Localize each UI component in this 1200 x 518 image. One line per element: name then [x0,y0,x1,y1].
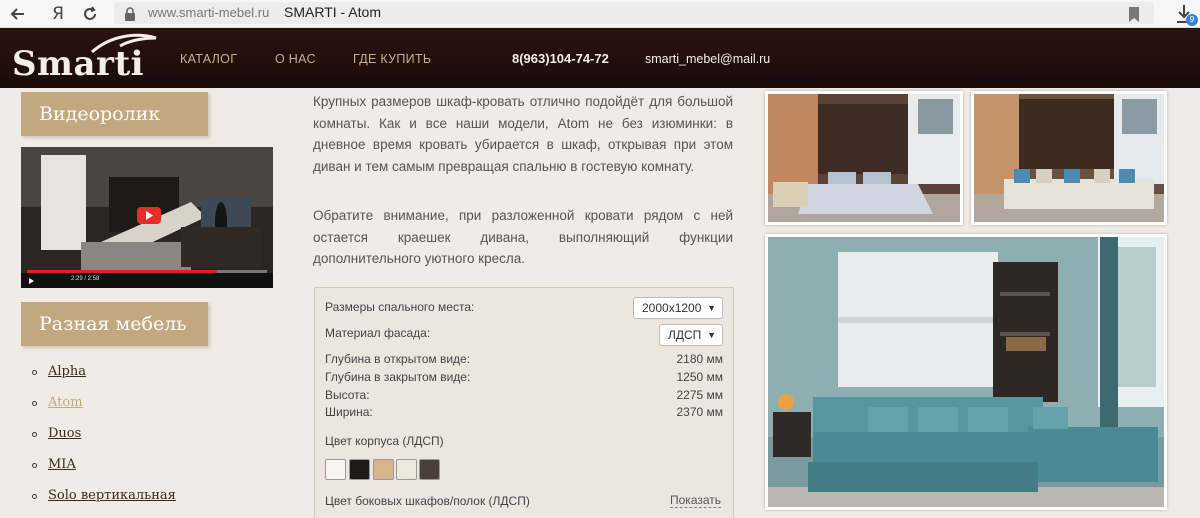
list-item[interactable]: Duos [32,426,176,457]
logo[interactable]: Smarti [12,32,162,84]
video-time: 2:29 / 2:58 [71,276,100,282]
color-swatch-white[interactable] [325,459,346,480]
color-swatch-oak[interactable] [373,459,394,480]
video-heading: Видеоролик [21,92,208,136]
side-color-label: Цвет боковых шкафов/полок (ЛДСП) [325,494,530,508]
sleep-size-label: Размеры спального места: [325,300,475,314]
list-item[interactable]: Alpha [32,364,176,395]
site-header: Smarti КАТАЛОГ О НАС ГДЕ КУПИТЬ 8(963)10… [0,28,1200,88]
nav-about[interactable]: О НАС [275,52,316,66]
color-swatch-cream[interactable] [396,459,417,480]
spec-label: Глубина в открытом виде: [325,352,471,366]
list-item[interactable]: Solo вертикальная [32,488,176,518]
bullet-icon [32,494,37,499]
facade-label: Материал фасада: [325,326,431,340]
back-arrow-icon[interactable] [6,2,30,26]
phone-number[interactable]: 8(963)104-74-72 [512,51,609,66]
video-player[interactable]: 2:29 / 2:58 [21,147,273,288]
download-count-badge: 9 [1186,14,1198,26]
spec-value: 2370 мм [676,405,723,419]
product-photo-bed-open[interactable] [765,91,963,225]
dropdown-arrow-icon: ▼ [707,330,716,340]
yandex-icon[interactable]: Я [46,2,70,26]
facade-value: ЛДСП [668,328,702,342]
spec-label: Ширина: [325,405,373,419]
spec-value: 2180 мм [676,352,723,366]
nav-catalog[interactable]: КАТАЛОГ [180,52,237,66]
reload-icon[interactable] [78,2,102,26]
spec-value: 2275 мм [676,388,723,402]
product-photo-sofa[interactable] [971,91,1167,225]
list-item[interactable]: Atom [32,395,176,426]
color-swatch-wenge[interactable] [419,459,440,480]
address-bar[interactable] [114,2,1154,24]
body-color-label: Цвет корпуса (ЛДСП) [325,434,444,448]
specs-panel: Размеры спального места: 2000x1200 ▼ Мат… [314,287,734,518]
bookmark-icon[interactable] [1124,4,1144,24]
dropdown-arrow-icon: ▼ [707,303,716,313]
email-link[interactable]: smarti_mebel@mail.ru [645,52,770,66]
furniture-list: Alpha Atom Duos MIA Solo вертикальная [32,364,176,518]
list-item[interactable]: MIA [32,457,176,488]
page-title: SMARTI - Atom [284,4,381,20]
bullet-icon [32,432,37,437]
spec-label: Глубина в закрытом виде: [325,370,471,384]
product-photo-main[interactable] [765,234,1167,510]
description-paragraph-1: Крупных размеров шкаф-кровать отлично по… [313,94,733,174]
url-text[interactable]: www.smarti-mebel.ru [148,5,269,20]
nav-where-to-buy[interactable]: ГДЕ КУПИТЬ [353,52,431,66]
furniture-heading: Разная мебель [21,302,208,346]
color-swatch-black[interactable] [349,459,370,480]
facade-select[interactable]: ЛДСП ▼ [659,324,723,346]
bullet-icon [32,370,37,375]
description-paragraph-2: Обратите внимание, при разложенной крова… [313,208,733,266]
video-thumbnail [21,147,273,288]
sleep-size-value: 2000x1200 [642,301,702,315]
bullet-icon [32,463,37,468]
sleep-size-select[interactable]: 2000x1200 ▼ [633,297,723,319]
spec-value: 1250 мм [676,370,723,384]
lock-icon[interactable] [120,4,140,24]
show-side-colors-link[interactable]: Показать [670,493,722,508]
logo-text: Smarti [12,44,145,84]
spec-label: Высота: [325,388,370,402]
bullet-icon [32,401,37,406]
browser-toolbar: Я www.smarti-mebel.ru SMARTI - Atom 9 [0,0,1200,28]
